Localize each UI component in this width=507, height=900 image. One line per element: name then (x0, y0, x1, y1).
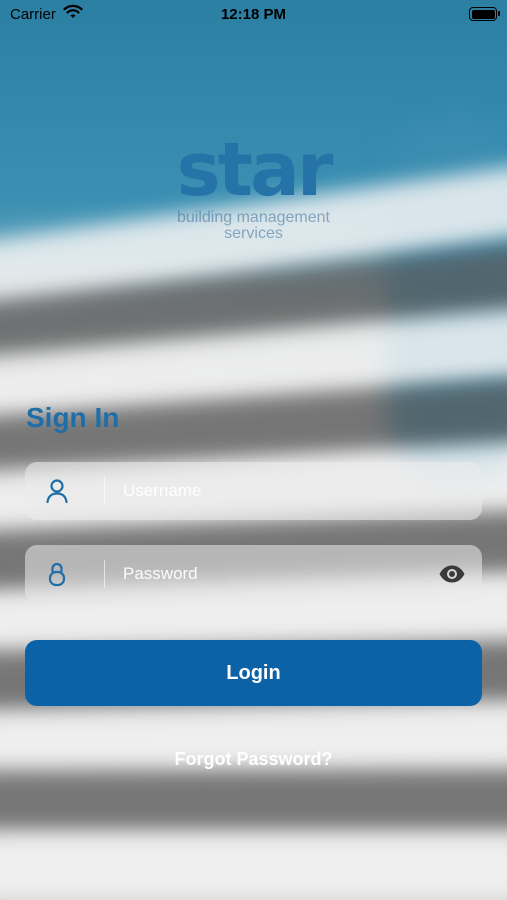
forgot-password-link[interactable]: Forgot Password? (0, 749, 507, 770)
field-divider (104, 477, 105, 505)
field-divider (104, 560, 105, 588)
login-button[interactable]: Login (25, 640, 482, 706)
logo-wordmark: star (176, 127, 334, 213)
battery-icon (469, 7, 500, 21)
user-icon (45, 478, 69, 504)
sign-in-title: Sign In (26, 402, 120, 433)
status-bar: Carrier 12:18 PM (0, 0, 507, 28)
username-field[interactable] (25, 462, 482, 520)
clock: 12:18 PM (220, 6, 287, 23)
logo-tagline-line2: services (224, 225, 283, 242)
logo-tagline-line1: building management (177, 209, 330, 226)
lock-icon (45, 561, 69, 587)
password-field[interactable] (25, 545, 482, 603)
brand-logo: star building management services (0, 130, 507, 242)
username-input[interactable] (123, 462, 443, 520)
password-input[interactable] (123, 545, 443, 603)
eye-icon[interactable] (438, 562, 466, 586)
